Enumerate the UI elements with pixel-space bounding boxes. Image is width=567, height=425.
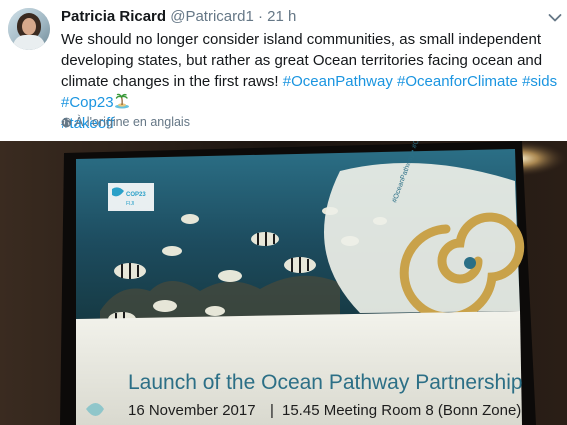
hashtag-oceanforclimate[interactable]: #OceanforClimate <box>397 73 518 90</box>
translation-label: À l'origine en anglais <box>75 115 190 129</box>
avatar-face <box>22 18 36 35</box>
chevron-down-icon[interactable] <box>548 13 562 23</box>
author-avatar[interactable] <box>8 8 50 50</box>
island-emoji-icon <box>114 93 129 109</box>
header-separator: · <box>258 8 263 25</box>
tweet-timestamp[interactable]: 21 h <box>267 8 296 25</box>
tweet-header: Patricia Ricard @Patricard1 · 21 h <box>61 8 296 26</box>
event-title: Launch of the Ocean Pathway Partnership <box>128 371 523 394</box>
hashtag-cop23[interactable]: #Cop23 <box>61 94 114 111</box>
photo-scene: #OceanPathway • #COP23 • cop23.com.fj CO… <box>0 141 567 425</box>
cop23-logo-subtext: FIJI <box>126 201 134 207</box>
avatar-body <box>13 35 45 50</box>
tweet-photo[interactable]: #OceanPathway • #COP23 • cop23.com.fj CO… <box>0 141 567 425</box>
event-separator: | <box>270 402 274 419</box>
globe-icon <box>61 117 72 128</box>
cop23-logo-text: COP23 <box>126 192 146 198</box>
hashtag-sids[interactable]: #sids <box>522 73 557 90</box>
event-date: 16 November 2017 <box>128 402 256 419</box>
translation-note[interactable]: À l'origine en anglais <box>61 114 190 130</box>
spiral-center <box>464 257 476 269</box>
hashtag-oceanpathway[interactable]: #OceanPathway <box>283 73 393 90</box>
author-name[interactable]: Patricia Ricard <box>61 8 166 25</box>
event-details: 15.45 Meeting Room 8 (Bonn Zone) <box>282 402 521 419</box>
author-handle[interactable]: @Patricard1 <box>170 8 254 25</box>
